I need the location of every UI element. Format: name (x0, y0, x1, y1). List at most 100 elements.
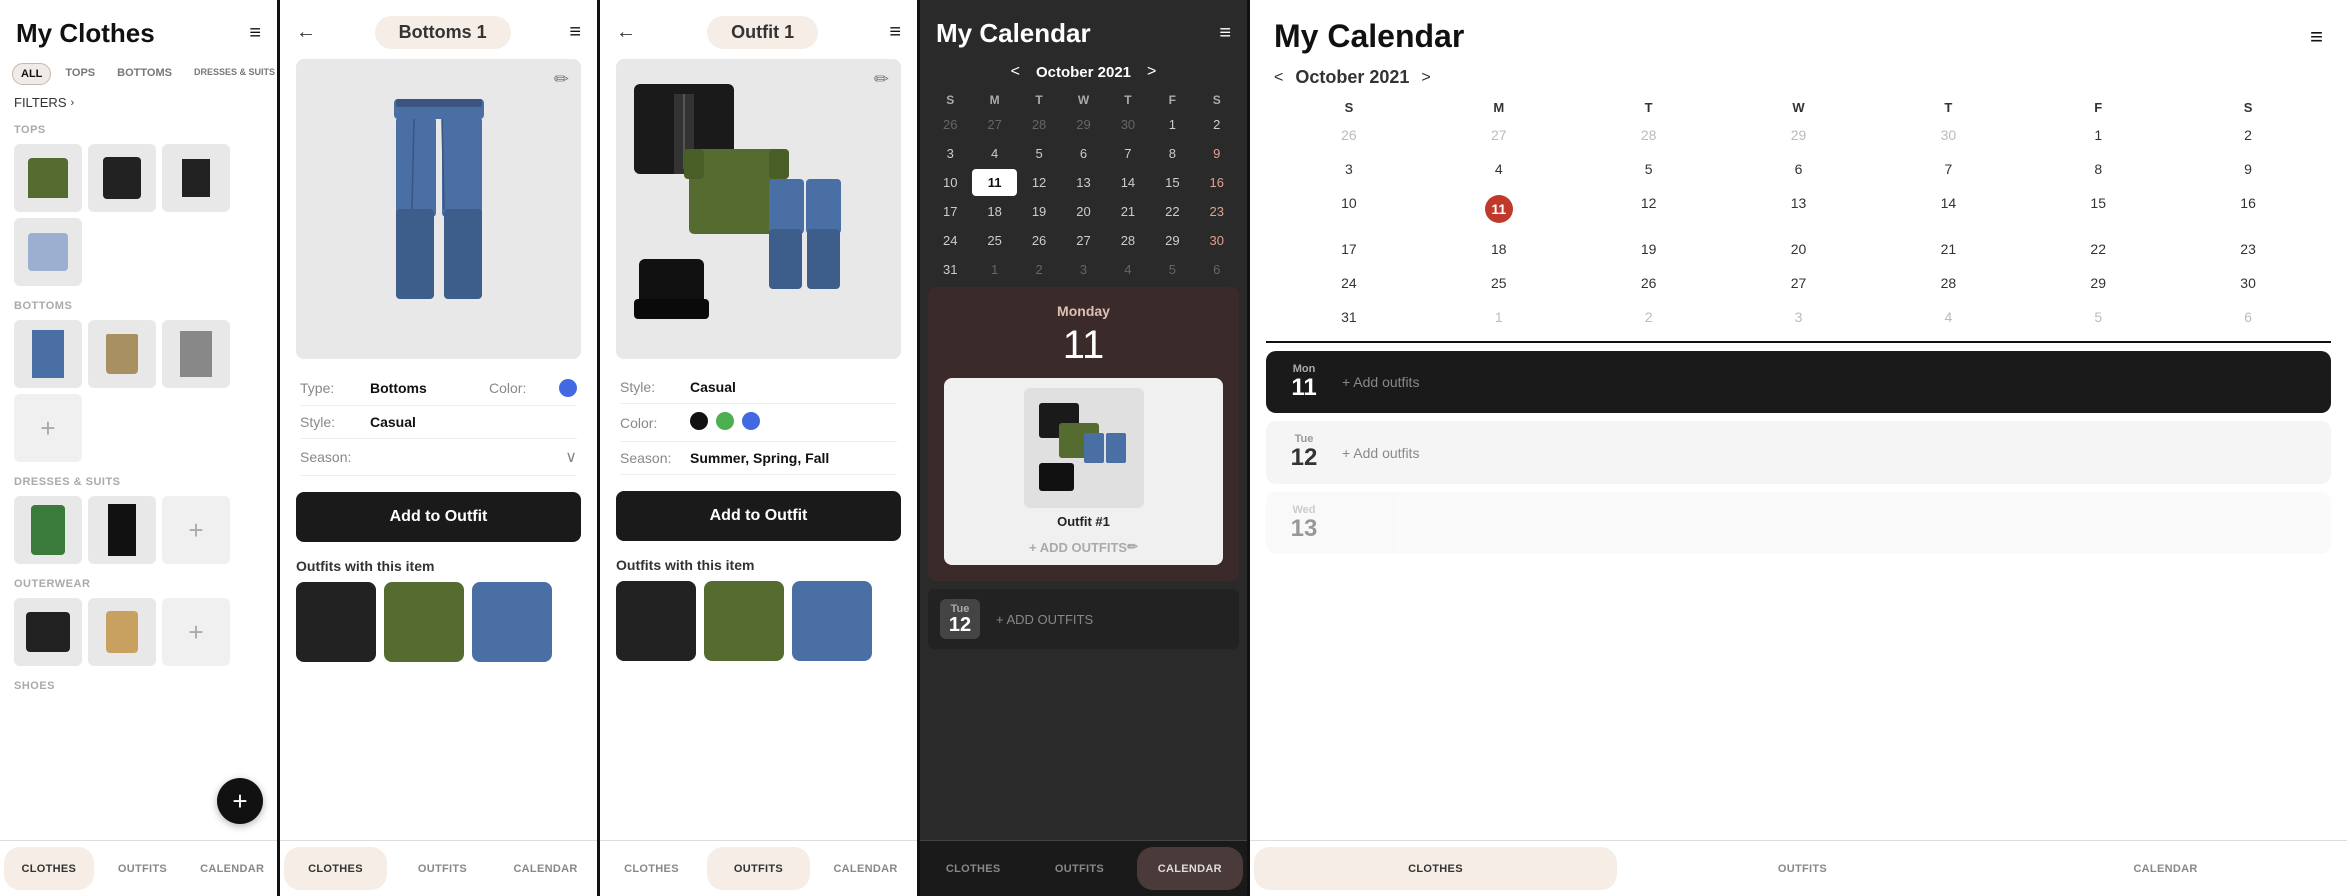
nav4-calendar[interactable]: CALENDAR (1137, 847, 1243, 890)
bottom-item-2[interactable] (88, 320, 156, 388)
nav-calendar[interactable]: CALENDAR (187, 841, 277, 896)
cal5-tue-item[interactable]: Tue 12 + Add outfits (1266, 421, 2331, 483)
add-dress-button[interactable]: + (162, 496, 230, 564)
p5-1[interactable]: 1 (2023, 119, 2173, 151)
cat-tab-all[interactable]: ALL (12, 63, 51, 85)
cal4-day-14[interactable]: 14 (1106, 169, 1150, 196)
p5-23[interactable]: 23 (2173, 233, 2323, 265)
p5-27p[interactable]: 27 (1424, 119, 1574, 151)
outfit-preview-card[interactable]: Outfit #1 + ADD OUTFITS ✏ (944, 378, 1223, 565)
cal4-day-6[interactable]: 6 (1061, 140, 1105, 167)
cal4-day-8[interactable]: 8 (1150, 140, 1194, 167)
p5-6n[interactable]: 6 (2173, 301, 2323, 333)
p5-10[interactable]: 10 (1274, 187, 1424, 231)
nav3-outfits[interactable]: OUTFITS (707, 847, 810, 890)
cal4-day-23[interactable]: 23 (1195, 198, 1239, 225)
outfit-item-3[interactable] (792, 581, 872, 661)
bottom-item-1[interactable] (14, 320, 82, 388)
panel5-next-month[interactable]: > (1421, 69, 1430, 87)
cal5-mon-item[interactable]: Mon 11 + Add outfits (1266, 351, 2331, 413)
outfit-item-1[interactable] (616, 581, 696, 661)
panel4-next-month[interactable]: > (1147, 63, 1156, 81)
p5-20[interactable]: 20 (1724, 233, 1874, 265)
nav3-clothes[interactable]: CLOTHES (600, 841, 703, 896)
cal4-day-5n[interactable]: 5 (1150, 256, 1194, 283)
cat-tab-dresses[interactable]: DRESSES & SUITS (186, 63, 277, 85)
p5-9[interactable]: 9 (2173, 153, 2323, 185)
panel5-prev-month[interactable]: < (1274, 69, 1283, 87)
cal4-day-27[interactable]: 27 (1061, 227, 1105, 254)
cal5-wed-item[interactable]: Wed 13 (1266, 492, 2331, 554)
p5-6[interactable]: 6 (1724, 153, 1874, 185)
cal4-day-28[interactable]: 28 (1106, 227, 1150, 254)
dress-item-2[interactable] (88, 496, 156, 564)
p5-26p[interactable]: 26 (1274, 119, 1424, 151)
edit-pencil-icon[interactable]: ✏ (554, 69, 569, 90)
cal4-day-2[interactable]: 2 (1195, 111, 1239, 138)
cal4-day-29[interactable]: 29 (1150, 227, 1194, 254)
cal4-day-11[interactable]: 11 (972, 169, 1016, 196)
cal4-day-20[interactable]: 20 (1061, 198, 1105, 225)
panel3-menu-icon[interactable]: ≡ (889, 21, 901, 44)
nav5-clothes[interactable]: CLOTHES (1254, 847, 1617, 890)
nav5-calendar[interactable]: CALENDAR (1984, 841, 2347, 896)
bottom-item-3[interactable] (162, 320, 230, 388)
panel5-menu-icon[interactable]: ≡ (2310, 24, 2323, 50)
p5-27[interactable]: 27 (1724, 267, 1874, 299)
p5-17[interactable]: 17 (1274, 233, 1424, 265)
outfit-thumb-1[interactable] (296, 582, 376, 662)
p5-4[interactable]: 4 (1424, 153, 1574, 185)
p5-15[interactable]: 15 (2023, 187, 2173, 231)
p5-11-today[interactable]: 11 (1424, 187, 1574, 231)
p5-5[interactable]: 5 (1574, 153, 1724, 185)
p5-31[interactable]: 31 (1274, 301, 1424, 333)
cal4-day-30[interactable]: 30 (1195, 227, 1239, 254)
p5-3n[interactable]: 3 (1724, 301, 1874, 333)
cal4-day-31[interactable]: 31 (928, 256, 972, 283)
cal4-day-1n[interactable]: 1 (972, 256, 1016, 283)
cal4-day-18[interactable]: 18 (972, 198, 1016, 225)
p5-21[interactable]: 21 (1873, 233, 2023, 265)
cal4-day-4[interactable]: 4 (972, 140, 1016, 167)
panel4-prev-month[interactable]: < (1011, 63, 1020, 81)
p5-16[interactable]: 16 (2173, 187, 2323, 231)
cal4-day-15[interactable]: 15 (1150, 169, 1194, 196)
cal4-day-12[interactable]: 12 (1017, 169, 1061, 196)
nav-clothes[interactable]: CLOTHES (4, 847, 94, 890)
cat-tab-tops[interactable]: TOPS (57, 63, 103, 85)
p5-13[interactable]: 13 (1724, 187, 1874, 231)
cal4-day-16[interactable]: 16 (1195, 169, 1239, 196)
cal4-day-10[interactable]: 10 (928, 169, 972, 196)
cal4-day-3[interactable]: 3 (928, 140, 972, 167)
cal4-day-26[interactable]: 26 (1017, 227, 1061, 254)
p5-19[interactable]: 19 (1574, 233, 1724, 265)
p5-8[interactable]: 8 (2023, 153, 2173, 185)
cal4-day-30p[interactable]: 30 (1106, 111, 1150, 138)
cal4-day-9[interactable]: 9 (1195, 140, 1239, 167)
nav5-outfits[interactable]: OUTFITS (1621, 841, 1984, 896)
p5-14[interactable]: 14 (1873, 187, 2023, 231)
outerwear-item-2[interactable] (88, 598, 156, 666)
top-item-4[interactable] (14, 218, 82, 286)
panel1-menu-icon[interactable]: ≡ (249, 22, 261, 45)
cal4-day-26p[interactable]: 26 (928, 111, 972, 138)
top-item-2[interactable] (88, 144, 156, 212)
cal4-day-7[interactable]: 7 (1106, 140, 1150, 167)
nav4-clothes[interactable]: CLOTHES (920, 841, 1026, 896)
p5-28p[interactable]: 28 (1574, 119, 1724, 151)
fab-add-button[interactable]: + (217, 778, 263, 824)
p5-12[interactable]: 12 (1574, 187, 1724, 231)
nav2-outfits[interactable]: OUTFITS (391, 841, 494, 896)
p5-30[interactable]: 30 (2173, 267, 2323, 299)
cal4-day-27p[interactable]: 27 (972, 111, 1016, 138)
outfit-thumb-2[interactable] (384, 582, 464, 662)
cal4-day-4n[interactable]: 4 (1106, 256, 1150, 283)
cal4-day-13[interactable]: 13 (1061, 169, 1105, 196)
cal4-day-17[interactable]: 17 (928, 198, 972, 225)
cal4-day-6n[interactable]: 6 (1195, 256, 1239, 283)
add-outerwear-button[interactable]: + (162, 598, 230, 666)
dropdown-arrow-icon[interactable]: ∨ (565, 447, 577, 467)
dress-item-1[interactable] (14, 496, 82, 564)
p5-24[interactable]: 24 (1274, 267, 1424, 299)
top-item-3[interactable] (162, 144, 230, 212)
